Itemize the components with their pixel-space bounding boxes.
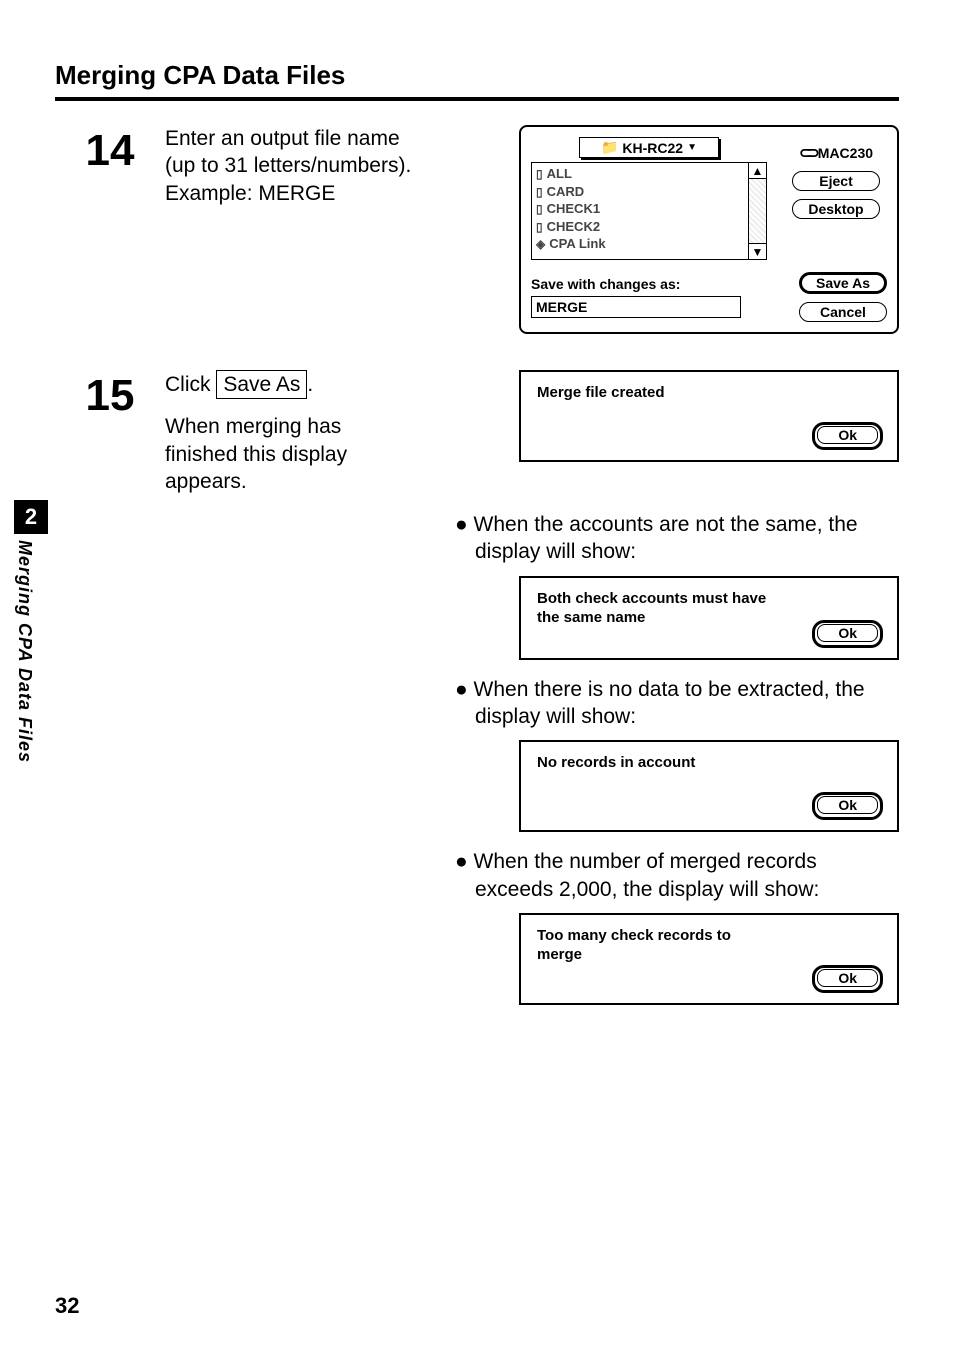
scroll-track[interactable] — [749, 179, 766, 243]
step-number-14: 14 — [55, 125, 165, 173]
document-icon — [536, 200, 543, 218]
ok-button[interactable]: Ok — [812, 620, 883, 648]
dialog-same-name: Both check accounts must have the same n… — [519, 576, 899, 660]
chevron-down-icon: ▼ — [687, 142, 697, 153]
folder-popup[interactable]: 📁 KH-RC22 ▼ — [579, 137, 719, 158]
list-item: CHECK2 — [536, 218, 744, 236]
dialog-merge-created: Merge file created Ok — [519, 370, 899, 462]
ok-button[interactable]: Ok — [812, 792, 883, 820]
file-list-box: ALL CARD CHECK1 CHECK2 CPA Link ▲ ▼ — [531, 162, 767, 260]
ok-button[interactable]: Ok — [812, 965, 883, 993]
step-14-text: Enter an output file name (up to 31 lett… — [165, 125, 435, 207]
file-list[interactable]: ALL CARD CHECK1 CHECK2 CPA Link — [532, 163, 748, 259]
document-icon — [536, 218, 543, 236]
dialog-message: Merge file created — [537, 384, 767, 403]
save-as-dialog: 📁 KH-RC22 ▼ ALL CARD CHECK1 CHECK2 CPA L… — [519, 125, 899, 334]
drive-label: MAC230 — [799, 143, 873, 163]
save-as-button[interactable]: Save As — [799, 272, 887, 294]
dialog-too-many: Too many check records to merge Ok — [519, 913, 899, 1005]
dialog-message: Too many check records to merge — [537, 927, 767, 965]
chapter-number: 2 — [14, 500, 48, 534]
step-number-15: 15 — [55, 370, 165, 418]
folder-icon: 📁 — [601, 139, 618, 156]
document-icon — [536, 165, 543, 183]
bullet-2: When there is no data to be extracted, t… — [455, 676, 899, 731]
side-tab-label: Merging CPA Data Files — [14, 540, 35, 763]
eject-button[interactable]: Eject — [792, 171, 880, 191]
bullet-3: When the number of merged records exceed… — [455, 848, 899, 903]
dialog-message: Both check accounts must have the same n… — [537, 590, 767, 628]
folder-popup-label: KH-RC22 — [622, 140, 683, 156]
bullet-1: When the accounts are not the same, the … — [455, 511, 899, 566]
dialog-no-records: No records in account Ok — [519, 740, 899, 832]
title-rule — [55, 97, 899, 101]
ok-button[interactable]: Ok — [812, 422, 883, 450]
desktop-button[interactable]: Desktop — [792, 199, 880, 219]
cancel-button[interactable]: Cancel — [799, 302, 887, 322]
document-icon — [536, 183, 543, 201]
scroll-down-icon[interactable]: ▼ — [749, 243, 766, 259]
boxed-button-name: Save As — [216, 370, 307, 399]
list-item: CARD — [536, 183, 744, 201]
save-label: Save with changes as: — [531, 276, 785, 292]
filename-input[interactable] — [531, 296, 741, 318]
scrollbar[interactable]: ▲ ▼ — [748, 163, 766, 259]
page-title: Merging CPA Data Files — [55, 60, 899, 91]
dialog-message: No records in account — [537, 754, 767, 773]
list-item: ALL — [536, 165, 744, 183]
page-number: 32 — [55, 1293, 79, 1319]
list-item: CPA Link — [536, 235, 744, 253]
link-icon — [536, 235, 545, 253]
scroll-up-icon[interactable]: ▲ — [749, 163, 766, 179]
step-15-text: Click Save As. When merging has finished… — [165, 370, 435, 495]
side-tab: 2 Merging CPA Data Files — [14, 500, 52, 763]
list-item: CHECK1 — [536, 200, 744, 218]
